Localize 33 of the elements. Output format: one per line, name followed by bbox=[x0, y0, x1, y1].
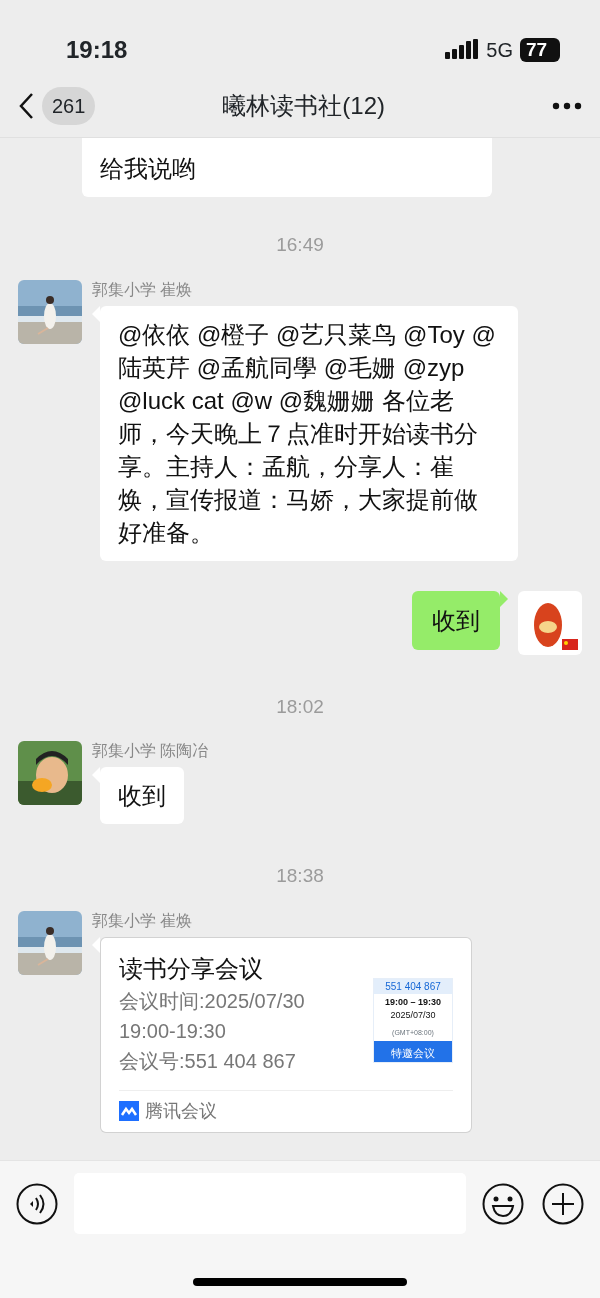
meeting-title: 读书分享会议 bbox=[119, 953, 264, 984]
app-logo-icon bbox=[119, 1101, 139, 1121]
voice-icon[interactable] bbox=[16, 1182, 58, 1225]
unread-count: 261 bbox=[42, 86, 96, 125]
add-icon[interactable] bbox=[542, 1182, 584, 1225]
more-icon[interactable] bbox=[552, 101, 582, 110]
meeting-detail: 19:00-19:30 bbox=[119, 1018, 227, 1044]
meeting-detail: 会议时间:2025/07/30 bbox=[119, 988, 305, 1014]
invite-label: 特邀会议 bbox=[374, 1040, 452, 1062]
bubble-tail bbox=[500, 590, 508, 607]
emoji-icon[interactable] bbox=[482, 1182, 524, 1225]
network-label: 5G bbox=[486, 38, 513, 63]
bubble-tail bbox=[92, 936, 100, 953]
message-bubble: 收到 bbox=[412, 590, 500, 650]
message-bubble: 给我说哟 bbox=[82, 138, 492, 197]
sender-name: 郭集小学 陈陶冶 bbox=[92, 741, 209, 761]
meeting-time: 19:00 – 19:30 bbox=[383, 995, 442, 1009]
meeting-detail: 会议号:551 404 867 bbox=[119, 1048, 297, 1074]
timestamp: 16:49 bbox=[275, 233, 325, 257]
meeting-date: 2025/07/30 bbox=[389, 1008, 437, 1022]
clock: 19:18 bbox=[66, 35, 128, 65]
sender-name: 郭集小学 崔焕 bbox=[92, 279, 193, 300]
battery-level: 77 bbox=[520, 38, 560, 62]
timestamp: 18:02 bbox=[275, 694, 325, 719]
app-name: 腾讯会议 bbox=[145, 1099, 217, 1123]
back-icon[interactable] bbox=[18, 91, 34, 120]
meeting-number: 551 404 867 bbox=[374, 978, 452, 994]
message-bubble: 收到 bbox=[100, 767, 184, 824]
signal-icon bbox=[445, 39, 480, 61]
message-bubble: @依依 @橙子 @艺只菜鸟 @Toy @陆英芹 @孟航同學 @毛姗 @zyp @luck cat @w @魏姗姗 各位老师，今天晚上７点准时开始读书分享。主持人：孟航，分享人：崔焕，宣传报道：马娇，大家提前做好准备。 bbox=[100, 305, 518, 561]
timestamp: 18:38 bbox=[275, 864, 325, 888]
sender-name: 郭集小学 崔焕 bbox=[92, 910, 193, 931]
chat-title: 曦林读书社(12) bbox=[221, 90, 387, 121]
